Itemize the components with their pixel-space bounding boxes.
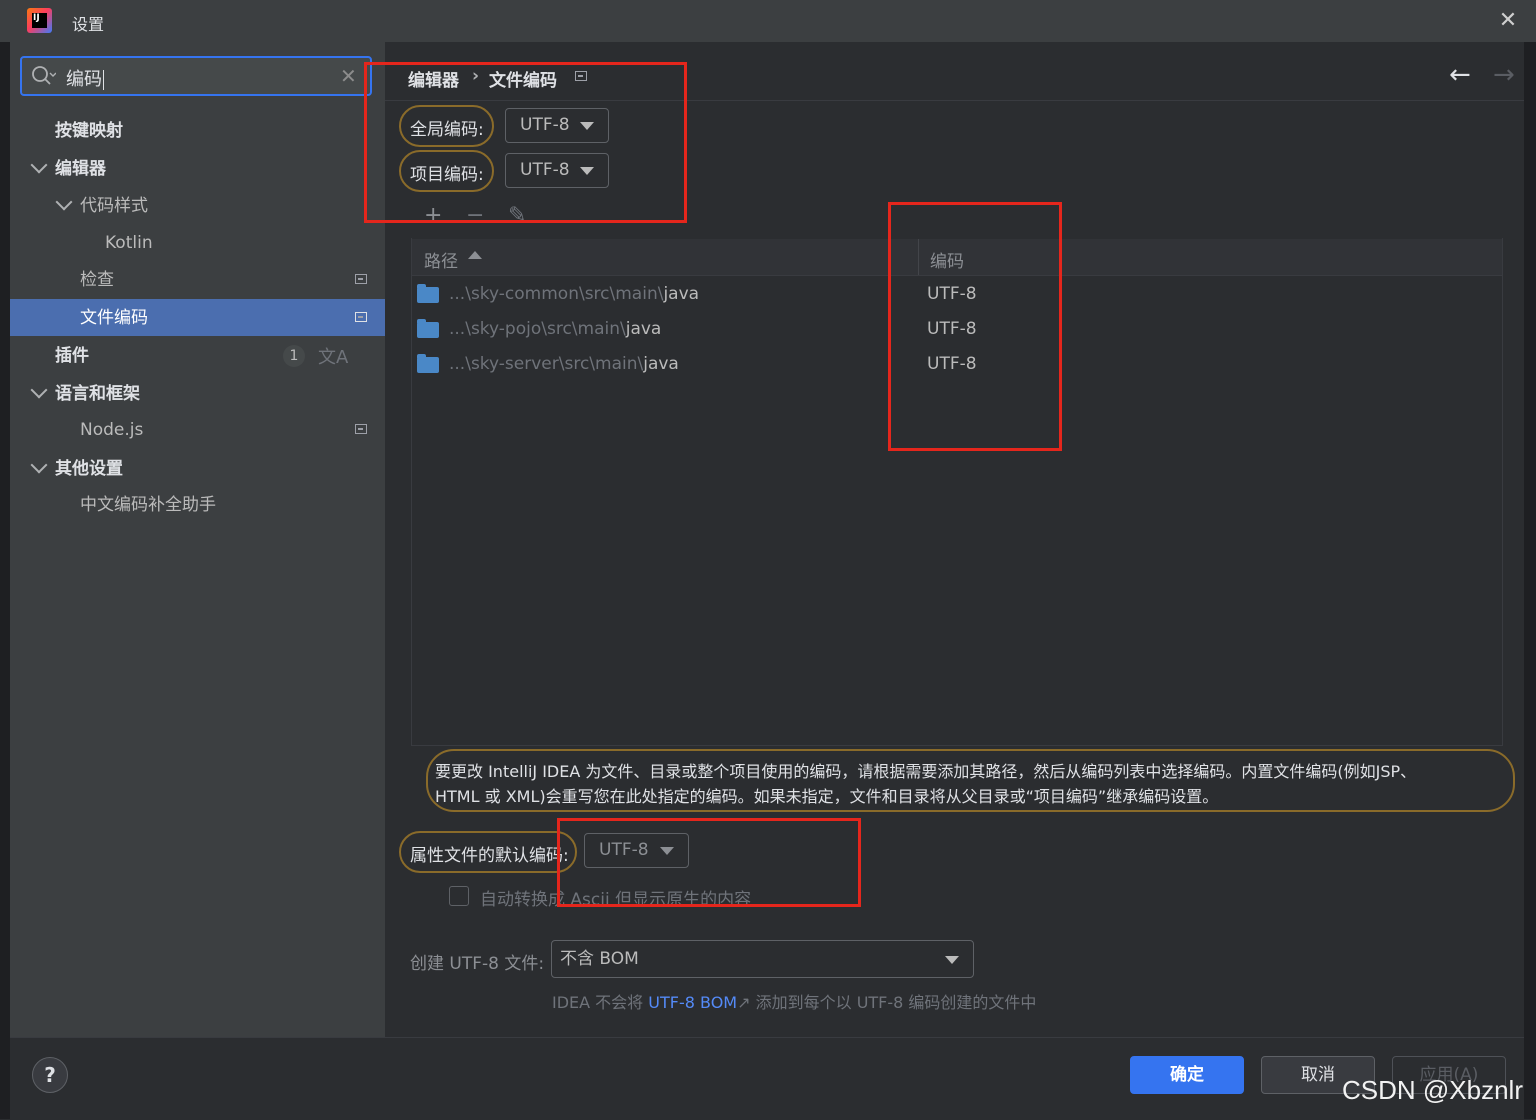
csdn-watermark: CSDN @Xbznlr — [1342, 1075, 1523, 1105]
project-scope-icon — [355, 274, 367, 284]
bom-label: 创建 UTF-8 文件: — [410, 954, 545, 974]
external-link-icon: ↗ — [737, 993, 751, 1012]
project-scope-icon — [355, 424, 367, 434]
table-row-path[interactable]: ...\sky-pojo\src\main\java — [449, 319, 661, 339]
window-title: 设置 — [72, 15, 105, 34]
title-bar — [0, 0, 1536, 43]
settings-sidebar — [10, 42, 385, 1037]
translate-icon: 文A — [318, 347, 349, 368]
encoding-help-text: 要更改 IntelliJ IDEA 为文件、目录或整个项目使用的编码，请根据需要… — [435, 762, 1417, 806]
ascii-conversion-checkbox[interactable] — [449, 886, 469, 906]
annotation-red-box — [364, 62, 687, 223]
project-scope-icon — [355, 312, 367, 322]
folder-icon — [417, 354, 439, 373]
sidebar-selection-highlight — [10, 299, 385, 336]
utf8-bom-link[interactable]: UTF-8 BOM — [648, 993, 737, 1012]
help-button[interactable]: ? — [32, 1057, 68, 1093]
sidebar-item-chinese-encoding-helper[interactable]: 中文编码补全助手 — [80, 487, 216, 523]
intellij-logo-icon: IJ — [27, 8, 52, 33]
dropdown-arrow-icon — [945, 956, 959, 964]
sidebar-item-kotlin[interactable]: Kotlin — [105, 225, 153, 261]
search-value: 编码 — [66, 65, 104, 91]
folder-icon — [417, 319, 439, 338]
annotation-red-box — [888, 202, 1062, 451]
search-icon — [32, 66, 56, 85]
properties-encoding-label: 属性文件的默认编码: — [410, 846, 569, 866]
sidebar-item-inspections[interactable]: 检查 — [80, 262, 114, 298]
sidebar-item-languages-frameworks[interactable]: 语言和框架 — [55, 376, 140, 412]
annotation-red-box — [557, 818, 861, 907]
background-editor-strip — [0, 42, 10, 1119]
sidebar-item-editor[interactable]: 编辑器 — [55, 151, 106, 187]
sidebar-item-plugins[interactable]: 插件 — [55, 338, 89, 374]
plugins-count-badge: 1 — [283, 345, 305, 367]
close-icon[interactable]: ✕ — [1496, 9, 1520, 33]
column-header-path[interactable]: 路径 — [424, 247, 458, 272]
bom-hint: IDEA 不会将 UTF-8 BOM↗ 添加到每个以 UTF-8 编码创建的文件… — [552, 993, 1037, 1012]
sidebar-item-file-encodings[interactable]: 文件编码 — [80, 300, 148, 336]
background-editor-strip-right — [1524, 42, 1536, 1119]
bom-select[interactable]: 不含 BOM — [551, 940, 974, 978]
back-arrow-icon[interactable]: ← — [1449, 60, 1471, 90]
folder-icon — [417, 284, 439, 303]
bom-value: 不含 BOM — [560, 949, 639, 969]
sidebar-item-keymap[interactable]: 按键映射 — [55, 113, 123, 149]
sidebar-item-other-settings[interactable]: 其他设置 — [55, 451, 123, 487]
clear-search-icon[interactable]: ✕ — [340, 64, 357, 88]
table-row-path[interactable]: ...\sky-common\src\main\java — [449, 284, 699, 304]
sidebar-item-nodejs[interactable]: Node.js — [80, 412, 143, 448]
sidebar-item-code-style[interactable]: 代码样式 — [80, 188, 148, 224]
table-row-path[interactable]: ...\sky-server\src\main\java — [449, 354, 679, 374]
ok-button[interactable]: 确定 — [1130, 1056, 1244, 1094]
forward-arrow-icon[interactable]: → — [1493, 60, 1515, 90]
sort-ascending-icon — [468, 251, 482, 259]
